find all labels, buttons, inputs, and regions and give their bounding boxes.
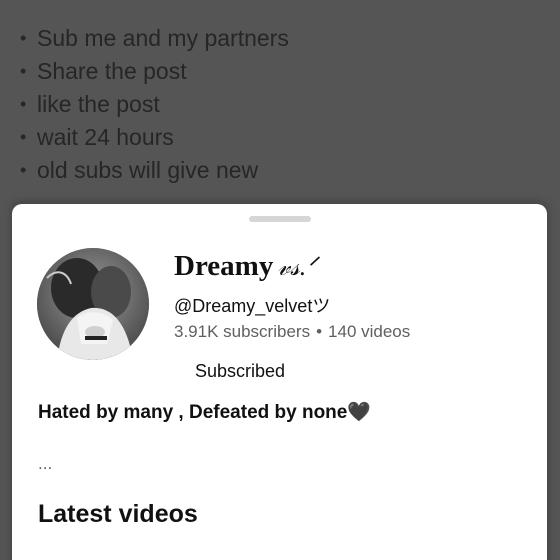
list-item: • old subs will give new xyxy=(0,154,289,187)
list-item: • Share the post xyxy=(0,55,289,88)
screen: • Sub me and my partners • Share the post … xyxy=(0,0,560,560)
bullet-icon: • xyxy=(20,61,27,81)
list-item: • like the post xyxy=(0,88,289,121)
more-description-link[interactable]: ... xyxy=(38,454,52,474)
channel-description: Hated by many , Defeated by none🖤 xyxy=(38,402,372,423)
channel-bottom-sheet: Dreamy 𝓋𝓈.ᐟ @Dreamy_velvetツ 3.91K subscri… xyxy=(12,204,547,560)
list-item-text: Share the post xyxy=(37,58,187,84)
stats-separator: • xyxy=(316,322,323,341)
channel-handle: @Dreamy_velvetツ xyxy=(174,296,331,316)
channel-name-signature: 𝓋𝓈.ᐟ xyxy=(277,252,318,281)
channel-name-text: Dreamy xyxy=(174,250,274,282)
post-bullet-list: • Sub me and my partners • Share the post … xyxy=(0,22,289,187)
list-item: • wait 24 hours xyxy=(0,121,289,154)
list-item-text: like the post xyxy=(37,91,160,117)
video-count: 140 videos xyxy=(328,322,411,341)
list-item: • Sub me and my partners xyxy=(0,22,289,55)
avatar-image xyxy=(37,248,149,360)
list-item-text: wait 24 hours xyxy=(37,124,174,150)
bullet-icon: • xyxy=(20,160,27,180)
subscribed-button[interactable]: Subscribed xyxy=(180,356,300,386)
bullet-icon: • xyxy=(20,94,27,114)
latest-videos-heading: Latest videos xyxy=(38,500,198,528)
list-item-text: old subs will give new xyxy=(37,157,259,183)
channel-name: Dreamy 𝓋𝓈.ᐟ xyxy=(174,250,317,283)
channel-avatar[interactable] xyxy=(37,248,149,360)
bullet-icon: • xyxy=(20,28,27,48)
list-item-text: Sub me and my partners xyxy=(37,25,289,51)
sheet-drag-handle[interactable] xyxy=(249,216,311,222)
bullet-icon: • xyxy=(20,127,27,147)
subscriber-count: 3.91K subscribers xyxy=(174,322,311,341)
channel-stats: 3.91K subscribers • 140 videos xyxy=(174,322,410,342)
